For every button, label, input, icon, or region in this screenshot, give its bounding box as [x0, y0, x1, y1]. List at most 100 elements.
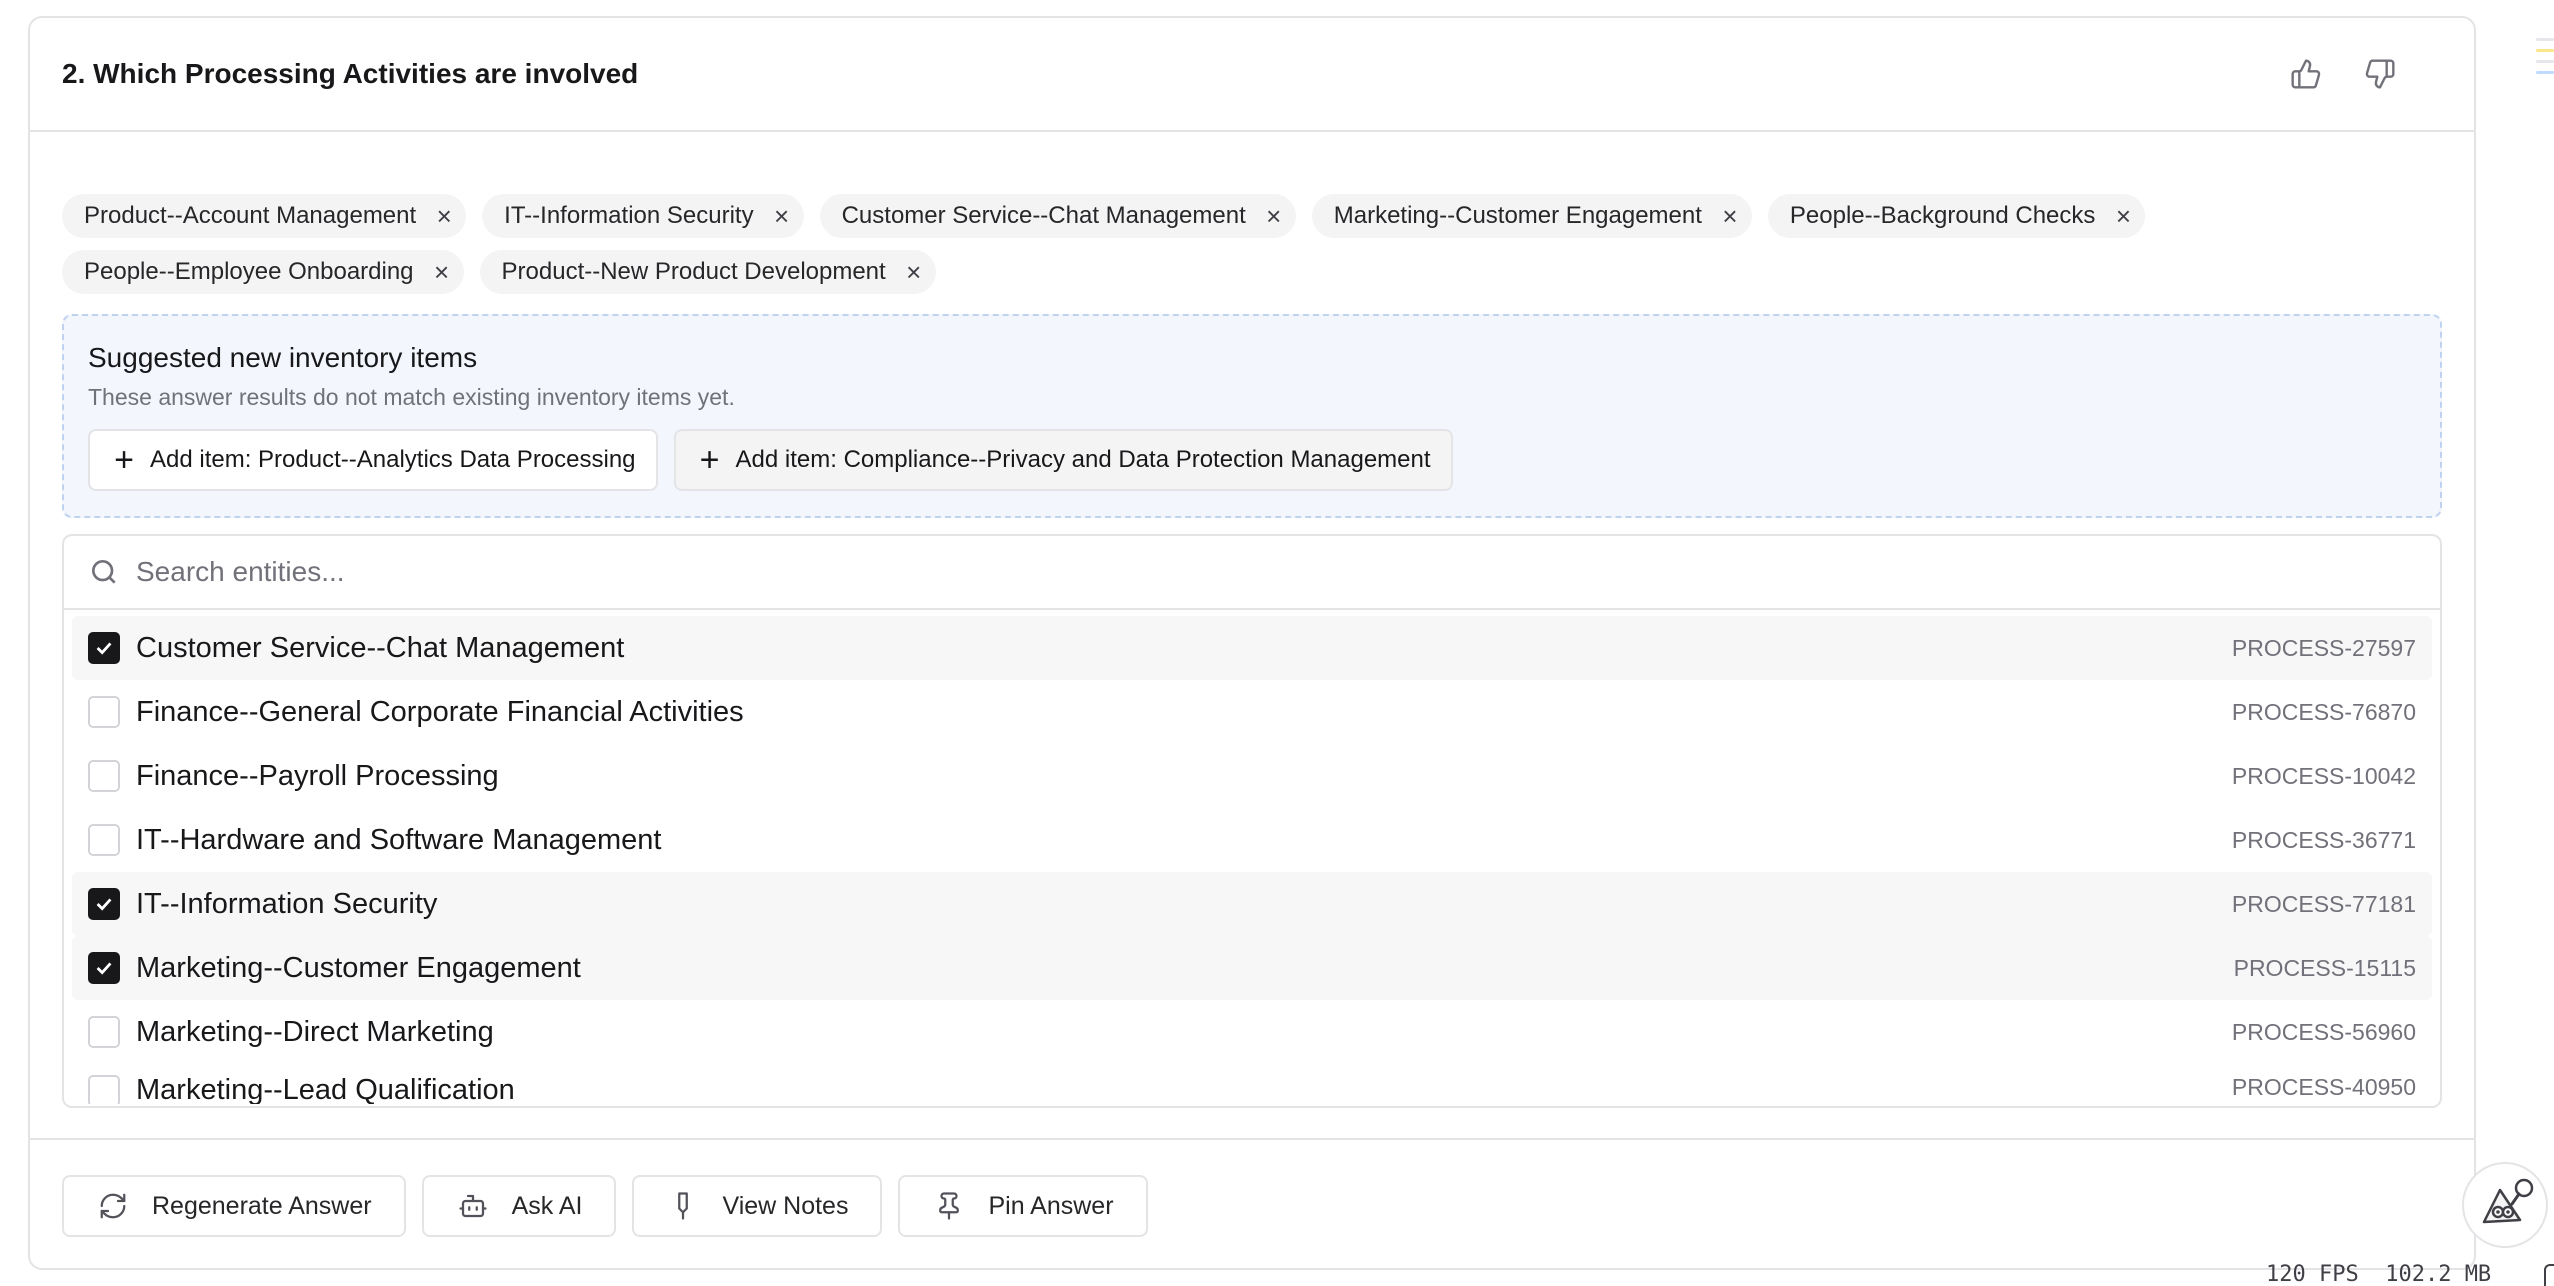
add-item-button[interactable]: + Add item: Compliance--Privacy and Data…	[673, 429, 1453, 491]
entity-checkbox[interactable]	[88, 1016, 120, 1048]
add-item-label: Add item: Compliance--Privacy and Data P…	[735, 446, 1431, 473]
plus-icon: +	[114, 441, 134, 479]
entity-row[interactable]: Finance--General Corporate Financial Act…	[72, 680, 2432, 744]
assistant-mascot-button[interactable]	[2462, 1162, 2548, 1248]
entity-checkbox[interactable]	[88, 824, 120, 856]
entity-row[interactable]: IT--Hardware and Software Management PROC…	[72, 808, 2432, 872]
view-notes-label: View Notes	[722, 1191, 849, 1220]
entity-checkbox[interactable]	[88, 1074, 120, 1104]
search-icon	[92, 560, 116, 584]
entity-row[interactable]: Customer Service--Chat Management PROCESS…	[72, 616, 2432, 680]
entity-row[interactable]: Marketing--Customer Engagement PROCESS-15…	[72, 936, 2432, 1000]
entity-row-left: Finance--General Corporate Financial Act…	[88, 696, 744, 729]
tag-label: People--Background Checks	[1789, 202, 2096, 229]
entity-id: PROCESS-77181	[2231, 890, 2416, 917]
entity-checkbox[interactable]	[88, 888, 120, 920]
remove-tag-icon[interactable]: ×	[2111, 203, 2135, 229]
check-icon	[96, 962, 112, 975]
pin-answer-button[interactable]: Pin Answer	[898, 1175, 1148, 1237]
plus-icon: +	[699, 441, 720, 479]
regenerate-answer-button[interactable]: Regenerate Answer	[62, 1175, 406, 1237]
view-notes-button[interactable]: View Notes	[632, 1175, 883, 1237]
entity-id: PROCESS-40950	[2231, 1074, 2416, 1100]
memory-readout: 102.2 MB	[2385, 1262, 2492, 1286]
thumbs-up-icon	[2291, 59, 2321, 89]
edge-line	[2536, 60, 2554, 63]
entity-row-left: IT--Hardware and Software Management	[88, 824, 661, 857]
tag-label: People--Employee Onboarding	[84, 258, 414, 285]
thumbs-up-button[interactable]	[2288, 56, 2324, 92]
entity-id: PROCESS-56960	[2231, 1018, 2416, 1045]
entity-row-left: Marketing--Direct Marketing	[88, 1016, 494, 1049]
remove-tag-icon[interactable]: ×	[1262, 203, 1286, 229]
entity-label: Marketing--Direct Marketing	[136, 1015, 494, 1048]
entity-label: Finance--Payroll Processing	[136, 759, 499, 792]
entity-id: PROCESS-10042	[2231, 762, 2416, 789]
entity-label: Marketing--Customer Engagement	[136, 951, 581, 984]
perf-stats: 120 FPS 102.2 MB	[2266, 1262, 2491, 1286]
remove-tag-icon[interactable]: ×	[432, 203, 456, 229]
suggested-items-subtitle: These answer results do not match existi…	[88, 384, 735, 410]
entity-row[interactable]: Finance--Payroll Processing PROCESS-10042	[72, 744, 2432, 808]
entity-checkbox[interactable]	[88, 696, 120, 728]
tag-label: Product--New Product Development	[501, 258, 886, 285]
question-title: 2. Which Processing Activities are invol…	[62, 58, 639, 89]
entity-label: Finance--General Corporate Financial Act…	[136, 695, 744, 728]
entity-search	[64, 536, 2440, 610]
entity-label: IT--Information Security	[136, 887, 438, 920]
entity-label: Marketing--Lead Qualification	[136, 1074, 515, 1104]
tag-chip: People--Background Checks ×	[1767, 194, 2146, 238]
ask-ai-label: Ask AI	[511, 1191, 583, 1220]
remove-tag-icon[interactable]: ×	[902, 259, 926, 285]
add-item-label: Add item: Product--Analytics Data Proces…	[150, 446, 636, 473]
ask-ai-button[interactable]: Ask AI	[421, 1175, 617, 1237]
entity-row-left: Marketing--Lead Qualification	[88, 1074, 515, 1104]
suggested-items-panel: Suggested new inventory items These answ…	[62, 314, 2442, 518]
thumbs-down-button[interactable]	[2362, 56, 2398, 92]
pin-icon	[939, 1192, 960, 1220]
entity-list[interactable]: Customer Service--Chat Management PROCESS…	[64, 610, 2440, 1106]
add-item-button[interactable]: + Add item: Product--Analytics Data Proc…	[88, 429, 658, 491]
entity-checkbox[interactable]	[88, 952, 120, 984]
pin-answer-label: Pin Answer	[988, 1191, 1114, 1220]
feedback-buttons	[2288, 56, 2398, 92]
answer-actions: Regenerate Answer Ask AI View Notes Pin …	[30, 1138, 2474, 1268]
check-icon	[96, 642, 112, 655]
remove-tag-icon[interactable]: ×	[770, 203, 794, 229]
tag-label: Marketing--Customer Engagement	[1333, 202, 1702, 229]
tag-chip: Product--Account Management ×	[62, 194, 467, 238]
suggested-items-buttons: + Add item: Product--Analytics Data Proc…	[88, 429, 2416, 491]
mascot-icon	[2482, 1178, 2534, 1224]
entity-row-left: Customer Service--Chat Management	[88, 632, 624, 665]
edge-line	[2536, 49, 2554, 52]
entity-row-left: Marketing--Customer Engagement	[88, 952, 581, 985]
entity-row-left: IT--Information Security	[88, 888, 437, 921]
tag-label: Customer Service--Chat Management	[841, 202, 1246, 229]
selected-tags: Product--Account Management × IT--Informa…	[62, 194, 2362, 294]
remove-tag-icon[interactable]: ×	[430, 259, 454, 285]
regenerate-answer-label: Regenerate Answer	[152, 1191, 372, 1220]
fps-readout: 120 FPS	[2266, 1262, 2359, 1286]
marker-icon	[678, 1192, 689, 1220]
tag-chip: Marketing--Customer Engagement ×	[1311, 194, 1752, 238]
tag-label: Product--Account Management	[84, 202, 417, 229]
remove-tag-icon[interactable]: ×	[1718, 203, 1742, 229]
corner-mark	[2544, 1264, 2554, 1286]
tag-chip: People--Employee Onboarding ×	[62, 250, 464, 294]
entity-row[interactable]: Marketing--Lead Qualification PROCESS-409…	[72, 1064, 2432, 1104]
entity-picker: Customer Service--Chat Management PROCESS…	[62, 534, 2442, 1108]
edge-decoration	[2536, 38, 2554, 82]
edge-line	[2536, 38, 2554, 41]
search-input[interactable]	[136, 556, 2136, 588]
entity-checkbox[interactable]	[88, 760, 120, 792]
check-icon	[96, 898, 112, 911]
question-card: 2. Which Processing Activities are invol…	[28, 16, 2476, 1270]
entity-id: PROCESS-15115	[2233, 954, 2416, 981]
tag-chip: Product--New Product Development ×	[479, 250, 936, 294]
entity-row[interactable]: Marketing--Direct Marketing PROCESS-56960	[72, 1000, 2432, 1064]
entity-row[interactable]: IT--Information Security PROCESS-77181	[72, 872, 2432, 936]
tag-chip: IT--Information Security ×	[482, 194, 804, 238]
entity-row-left: Finance--Payroll Processing	[88, 760, 499, 793]
entity-id: PROCESS-76870	[2231, 698, 2416, 725]
entity-checkbox[interactable]	[88, 632, 120, 664]
